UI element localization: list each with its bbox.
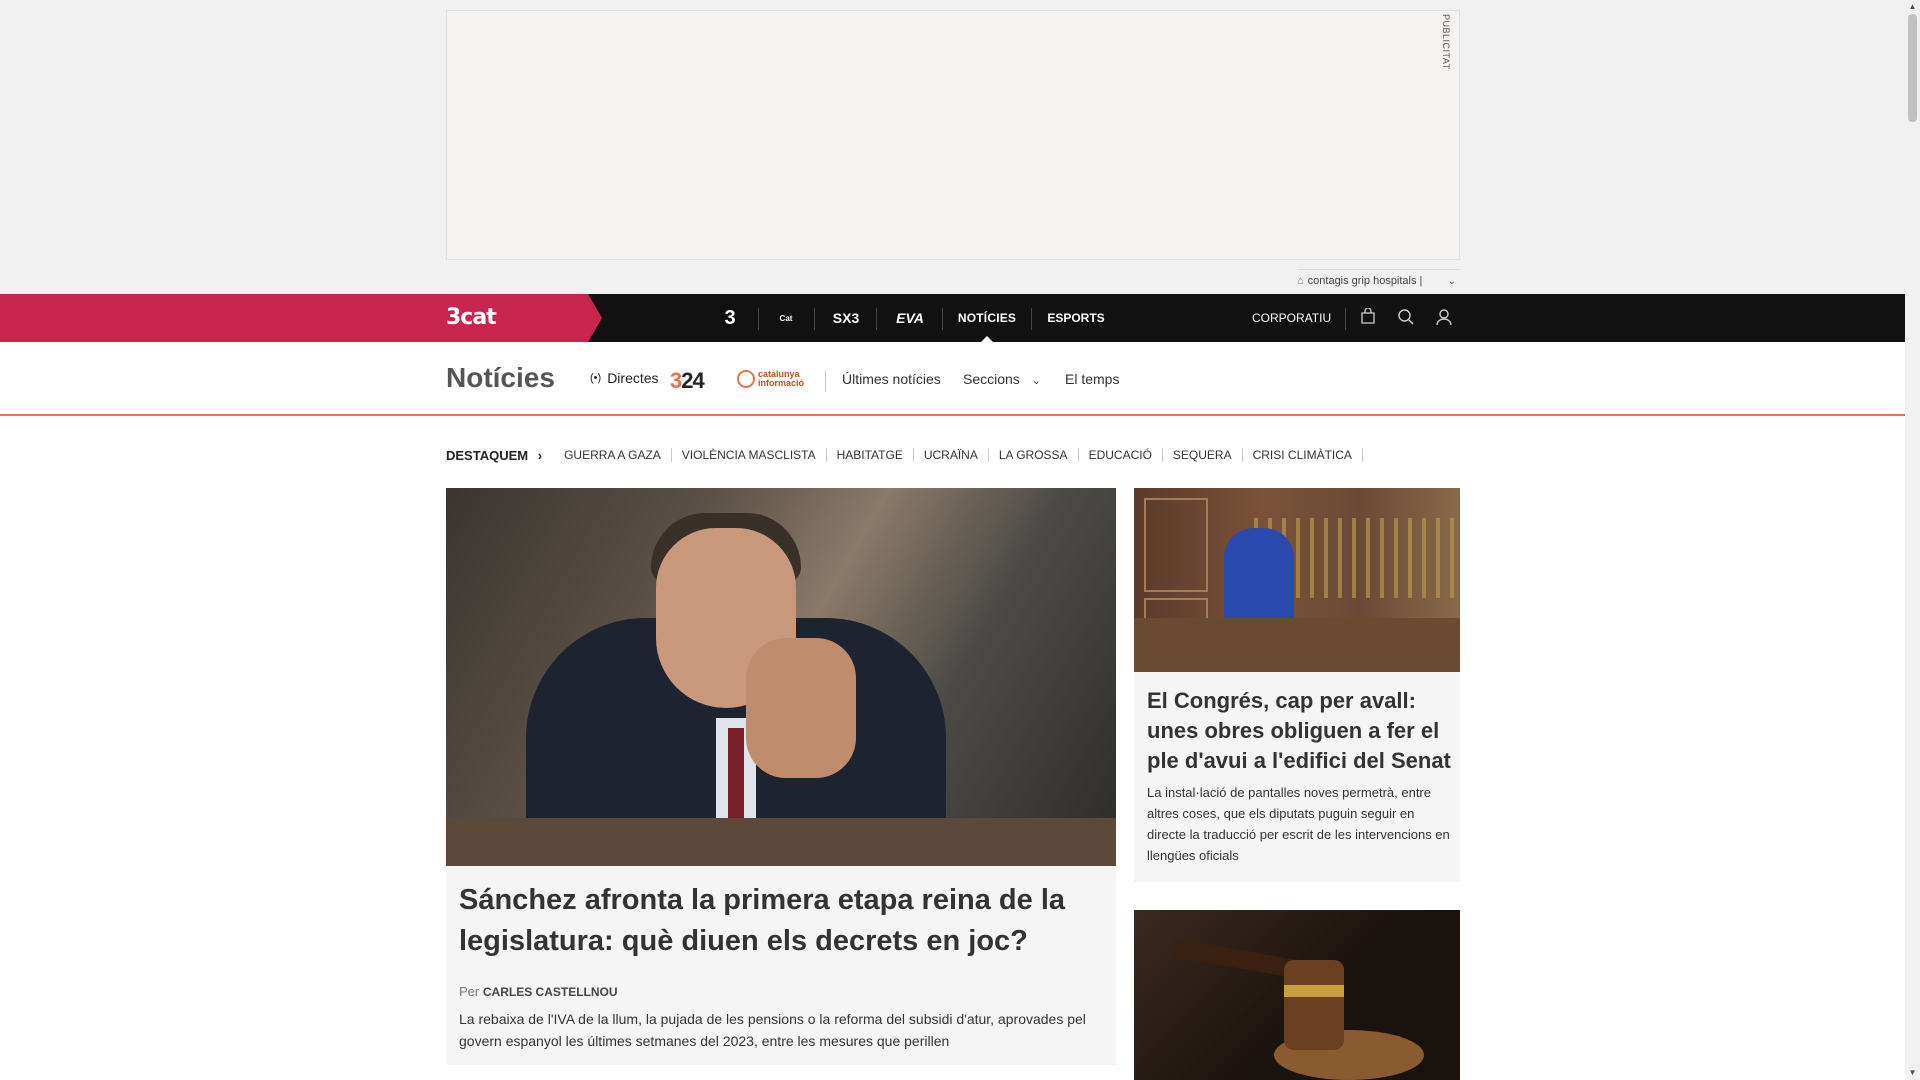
latest-news-link[interactable]: Últimes notícies [842, 371, 941, 387]
catalunya-informacio-label: catalunya informació [758, 369, 805, 388]
channel-tv3-logo[interactable]: 3 [712, 294, 748, 342]
side-article-summary: La instal·lació de pantalles noves perme… [1147, 785, 1450, 863]
ad-zone: PUBLICITAT ⌂ contagis grip hospitals | ⌄ [0, 0, 1905, 294]
trending-bar[interactable]: ⌂ contagis grip hospitals | ⌄ [1297, 269, 1460, 292]
nav-noticies-label: NOTÍCIES [957, 311, 1017, 325]
trending-text[interactable]: contagis grip hospitals | [1308, 275, 1423, 287]
divider [758, 308, 759, 330]
live-label: Directes [607, 370, 659, 386]
main-article-card[interactable]: Sánchez afronta la primera etapa reina d… [446, 488, 1116, 1065]
scroll-up-arrow-icon[interactable]: ▲ [1905, 0, 1920, 14]
topic-link[interactable]: CRISI CLIMÀTICA [1243, 448, 1363, 462]
divider [1031, 308, 1032, 330]
search-icon[interactable] [1396, 308, 1416, 328]
topic-link[interactable]: HABITATGE [827, 448, 914, 462]
divider [825, 370, 826, 392]
nav-noticies[interactable]: NOTÍCIES [950, 294, 1024, 342]
circle-icon [737, 370, 755, 388]
weather-link[interactable]: El temps [1065, 371, 1119, 387]
sections-menu[interactable]: Seccions ⌄ [963, 371, 1041, 387]
divider [814, 308, 815, 330]
scroll-down-arrow-icon[interactable]: ▼ [1905, 1066, 1920, 1080]
broadcast-icon: (•) [590, 372, 602, 384]
channel-catradio-logo[interactable]: Cat [768, 294, 804, 342]
topic-link[interactable]: LA GROSSA [989, 448, 1079, 462]
chevron-down-icon: ⌄ [1031, 375, 1041, 387]
scrollbar-thumb[interactable] [1908, 14, 1917, 122]
section-title[interactable]: Notícies [446, 362, 555, 394]
featured-topics-bar: DESTAQUEM › GUERRA A GAZA VIOLÈNCIA MASC… [446, 443, 1363, 467]
topic-link[interactable]: VIOLÈNCIA MASCLISTA [672, 448, 827, 462]
topic-link[interactable]: UCRAÏNA [914, 448, 989, 462]
main-article-image[interactable] [446, 488, 1116, 866]
topic-link[interactable]: GUERRA A GAZA [554, 448, 672, 462]
side-article-card[interactable]: El Congrés, cap per avall: unes obres ob… [1134, 488, 1460, 882]
author-link[interactable]: CARLES CASTELLNOU [483, 985, 618, 999]
section-navigation: Notícies (•) Directes 324 catalunya info… [0, 342, 1905, 416]
top-navigation: 3cat 3 Cat SX3 EVA NOTÍCIES ESPORTS CORP… [0, 294, 1905, 342]
nav-corporatiu[interactable]: CORPORATIU [1252, 294, 1331, 342]
featured-label: DESTAQUEM [446, 447, 529, 463]
channel-eva-logo[interactable]: EVA [888, 294, 932, 342]
user-icon[interactable] [1434, 308, 1454, 328]
ad-label: PUBLICITAT [1441, 14, 1451, 70]
divider [942, 308, 943, 330]
byline-prefix: Per [459, 984, 480, 999]
channel-324-logo[interactable]: 324 [670, 368, 705, 394]
logo-324-rest: 24 [681, 368, 705, 393]
advertisement[interactable] [446, 10, 1460, 260]
side-article-image[interactable] [1134, 488, 1460, 672]
side-article-title[interactable]: El Congrés, cap per avall: unes obres ob… [1147, 686, 1452, 776]
topic-link[interactable]: SEQUERA [1163, 448, 1243, 462]
brand-block [0, 294, 602, 342]
main-article-summary: La rebaixa de l'IVA de la llum, la pujad… [459, 1011, 1086, 1049]
shop-bag-icon[interactable] [1358, 307, 1378, 328]
byline: Per CARLES CASTELLNOU [459, 984, 618, 999]
catalunya-informacio-logo[interactable]: catalunya informació [737, 370, 828, 388]
featured-heading[interactable]: DESTAQUEM › [446, 448, 542, 463]
main-article-title[interactable]: Sánchez afronta la primera etapa reina d… [459, 880, 1099, 962]
live-link[interactable]: (•) Directes [590, 370, 659, 386]
chevron-right-icon: › [537, 447, 543, 463]
tag-icon: ⌂ [1297, 275, 1304, 287]
channel-sx3-logo[interactable]: SX3 [826, 294, 866, 342]
scrollbar[interactable]: ▲ ▼ [1905, 0, 1920, 1080]
sections-label: Seccions [963, 371, 1020, 387]
brand-logo[interactable]: 3cat [446, 305, 497, 330]
divider [1345, 308, 1346, 330]
secondary-article-image[interactable] [1134, 910, 1460, 1080]
divider [876, 308, 877, 330]
chevron-down-icon[interactable]: ⌄ [1448, 276, 1456, 287]
nav-esports[interactable]: ESPORTS [1040, 294, 1112, 342]
logo-324-three: 3 [670, 368, 682, 393]
topic-link[interactable]: EDUCACIÓ [1079, 448, 1163, 462]
